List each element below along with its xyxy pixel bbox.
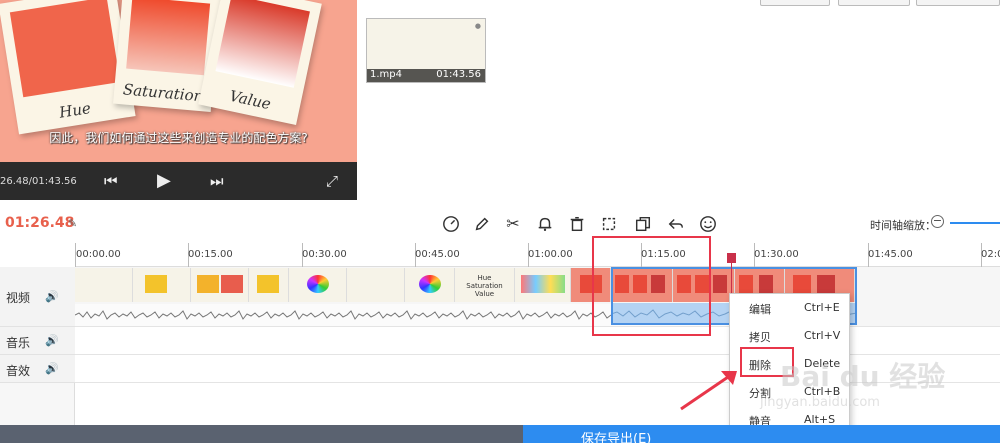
export-button[interactable]: 保存导出(E) [523,425,1000,443]
menu-item-edit[interactable]: 编辑 Ctrl+E [730,294,849,322]
watermark: Bai du 经验 jingyan.baidu.com [750,340,1000,420]
clip-badge-icon: ● [474,22,481,30]
zoom-slider[interactable] [950,222,1000,224]
edit-time-icon[interactable]: ✎ [68,217,77,230]
video-editor: { "preview": { "polaroid_labels": ["Hue"… [0,0,1000,443]
clip-frame [289,268,347,302]
title-card-frame: Hue Saturation Value [455,268,515,302]
playhead-handle[interactable] [727,253,736,263]
tick-label: 00:15.00 [188,249,233,260]
scissors-icon[interactable]: ✂ [502,213,524,235]
tick-label: 01:45.00 [868,249,913,260]
clip-frame [515,268,571,302]
edit-toolbar: 01:26.48 ✎ ✂ 时间轴缩放： − [0,203,1000,243]
tick-label: 02:0 [981,249,1000,260]
play-icon[interactable]: ▶ [157,172,171,190]
speaker-icon[interactable]: 🔊 [45,334,59,347]
watermark-sub: jingyan.baidu.com [760,395,880,410]
tick-label: 00:00.00 [76,249,121,260]
bell-icon[interactable] [534,213,556,235]
track-video[interactable]: 视频 🔊 [0,267,75,327]
footer-bar [0,425,523,443]
value-caption: Value [227,86,273,114]
title-card-line: Saturation [466,282,503,290]
tick-label: 00:30.00 [302,249,347,260]
toolbar-button[interactable] [838,0,910,6]
speaker-icon[interactable]: 🔊 [45,362,59,375]
video-subtitle: 因此，我们如何通过这些来创造专业的配色方案? [49,131,308,145]
tick-label: 00:45.00 [415,249,460,260]
zoom-out-icon[interactable]: − [931,215,944,228]
clip-frame [347,268,405,302]
fullscreen-icon[interactable]: ⤢ [326,172,338,190]
track-music[interactable]: 音乐 🔊 [0,327,75,355]
toolbar-button[interactable] [760,0,830,6]
next-frame-icon[interactable]: ⏭ [210,172,224,190]
track-label: 视频 [6,291,31,305]
video-preview: Hue Saturation Value 因此，我们如何通过这些来创造专业的配色… [0,0,357,200]
player-controls: 26.48/01:43.56 ⏮ ▶ ⏭ ⤢ [0,162,357,200]
media-clip[interactable]: ● 1.mp4 01:43.56 [366,18,486,83]
tick-label: 01:30.00 [754,249,799,260]
value-polaroid: Value [198,0,322,126]
clip-name: 1.mp4 [370,69,402,80]
highlight-box [592,236,711,336]
trash-icon[interactable] [566,213,588,235]
speed-icon[interactable] [440,213,462,235]
speaker-icon[interactable]: 🔊 [45,290,59,303]
undo-icon[interactable] [665,213,687,235]
watermark-main: Bai du 经验 [780,360,946,393]
clip-frame [249,268,289,302]
emoji-icon[interactable] [697,213,719,235]
previous-frame-icon[interactable]: ⏮ [104,172,118,190]
clip-frame [75,268,133,302]
clip-frame [133,268,191,302]
clip-duration: 01:43.56 [436,69,481,80]
track-label: 音乐 [6,336,31,350]
clip-info-bar: 1.mp4 01:43.56 [367,69,485,82]
export-label: 保存导出(E) [581,432,652,443]
preview-frame: Hue Saturation Value 因此，我们如何通过这些来创造专业的配色… [0,0,357,162]
clip-frame [191,268,249,302]
tick-label: 01:00.00 [528,249,573,260]
annotation-arrow-icon [680,371,737,411]
time-ruler[interactable]: 00:00.00 00:15.00 00:30.00 00:45.00 01:0… [75,243,1000,267]
current-time: 01:26.48 [5,215,75,231]
track-label: 音效 [6,364,31,378]
pencil-icon[interactable] [471,213,493,235]
title-card-line: Value [474,290,495,298]
time-display: 26.48/01:43.56 [0,176,77,187]
crop-icon[interactable] [598,213,620,235]
toolbar-button[interactable] [916,0,1000,6]
menu-item-label: 编辑 [749,303,771,316]
title-card-line: Hue [477,274,492,282]
zoom-label: 时间轴缩放： [870,219,936,232]
track-headers: 视频 🔊 音乐 🔊 音效 🔊 [0,267,75,425]
menu-item-shortcut: Ctrl+E [804,301,840,314]
copy-icon[interactable] [632,213,654,235]
track-sfx[interactable]: 音效 🔊 [0,355,75,383]
clip-frame [405,268,455,302]
